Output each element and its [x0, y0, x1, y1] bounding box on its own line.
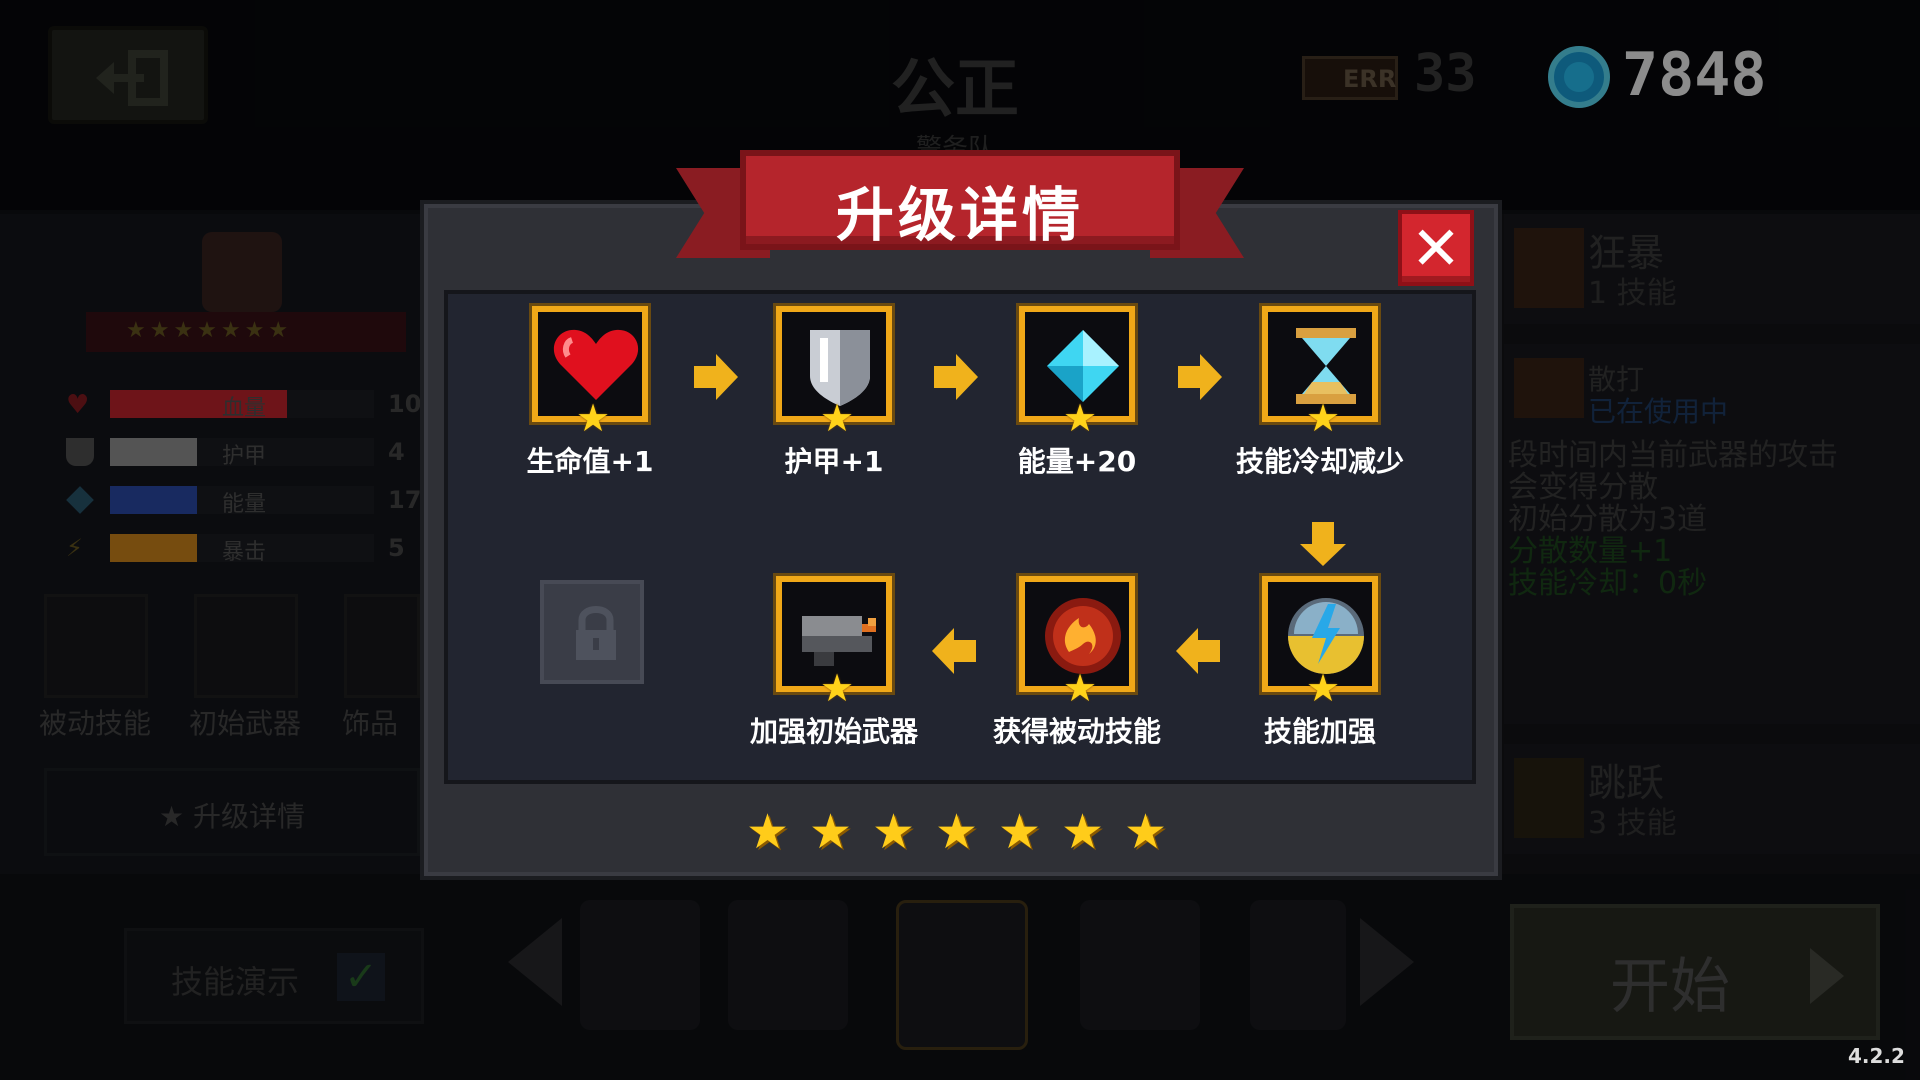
rank-star-icon: ★ [746, 804, 790, 860]
upgrade-node-passive: ★ [1019, 576, 1135, 708]
lock-icon [576, 606, 616, 660]
node-star-icon: ★ [1306, 666, 1341, 710]
node-star-icon: ★ [1063, 666, 1098, 710]
arrow-right-icon [934, 354, 978, 400]
node-label: 加强初始武器 [749, 715, 918, 748]
rank-star-icon: ★ [1061, 804, 1105, 860]
node-label: 护甲+1 [784, 445, 884, 478]
upgrade-node-cooldown: ★ [1262, 306, 1378, 438]
upgrade-node-armor: ★ [776, 306, 892, 438]
arrow-left-icon [932, 628, 976, 674]
arrow-left-icon [1176, 628, 1220, 674]
locked-node [540, 580, 644, 684]
version-label: 4.2.2 [1848, 1044, 1905, 1068]
heart-icon [553, 329, 639, 400]
close-icon: ✕ [1410, 214, 1462, 284]
arrow-down-icon [1300, 522, 1346, 566]
node-label: 技能加强 [1263, 715, 1376, 748]
node-star-icon: ★ [820, 666, 855, 710]
rank-star-icon: ★ [1124, 804, 1168, 860]
upgrade-node-energy: ★ [1019, 306, 1135, 438]
dialog-title: 升级详情 [835, 181, 1084, 249]
rank-star-icon: ★ [809, 804, 853, 860]
dialog-title-ribbon: 升级详情 [740, 150, 1180, 250]
node-label: 获得被动技能 [992, 715, 1161, 748]
node-label: 生命值+1 [526, 445, 654, 478]
upgrade-node-skill-boost: ★ [1262, 576, 1378, 708]
close-button[interactable]: ✕ [1398, 210, 1474, 286]
node-label: 能量+20 [1017, 445, 1137, 478]
node-star-icon: ★ [1306, 396, 1341, 440]
node-star-icon: ★ [576, 396, 611, 440]
arrow-right-icon [1178, 354, 1222, 400]
rank-star-icon: ★ [872, 804, 916, 860]
node-star-icon: ★ [820, 396, 855, 440]
upgrade-node-weapon: ★ [776, 576, 892, 708]
rank-star-icon: ★ [998, 804, 1042, 860]
node-star-icon: ★ [1063, 396, 1098, 440]
upgrade-node-hp: ★ [532, 306, 648, 438]
arrow-right-icon [694, 354, 738, 400]
rank-star-icon: ★ [935, 804, 979, 860]
node-label: 技能冷却减少 [1235, 445, 1404, 478]
